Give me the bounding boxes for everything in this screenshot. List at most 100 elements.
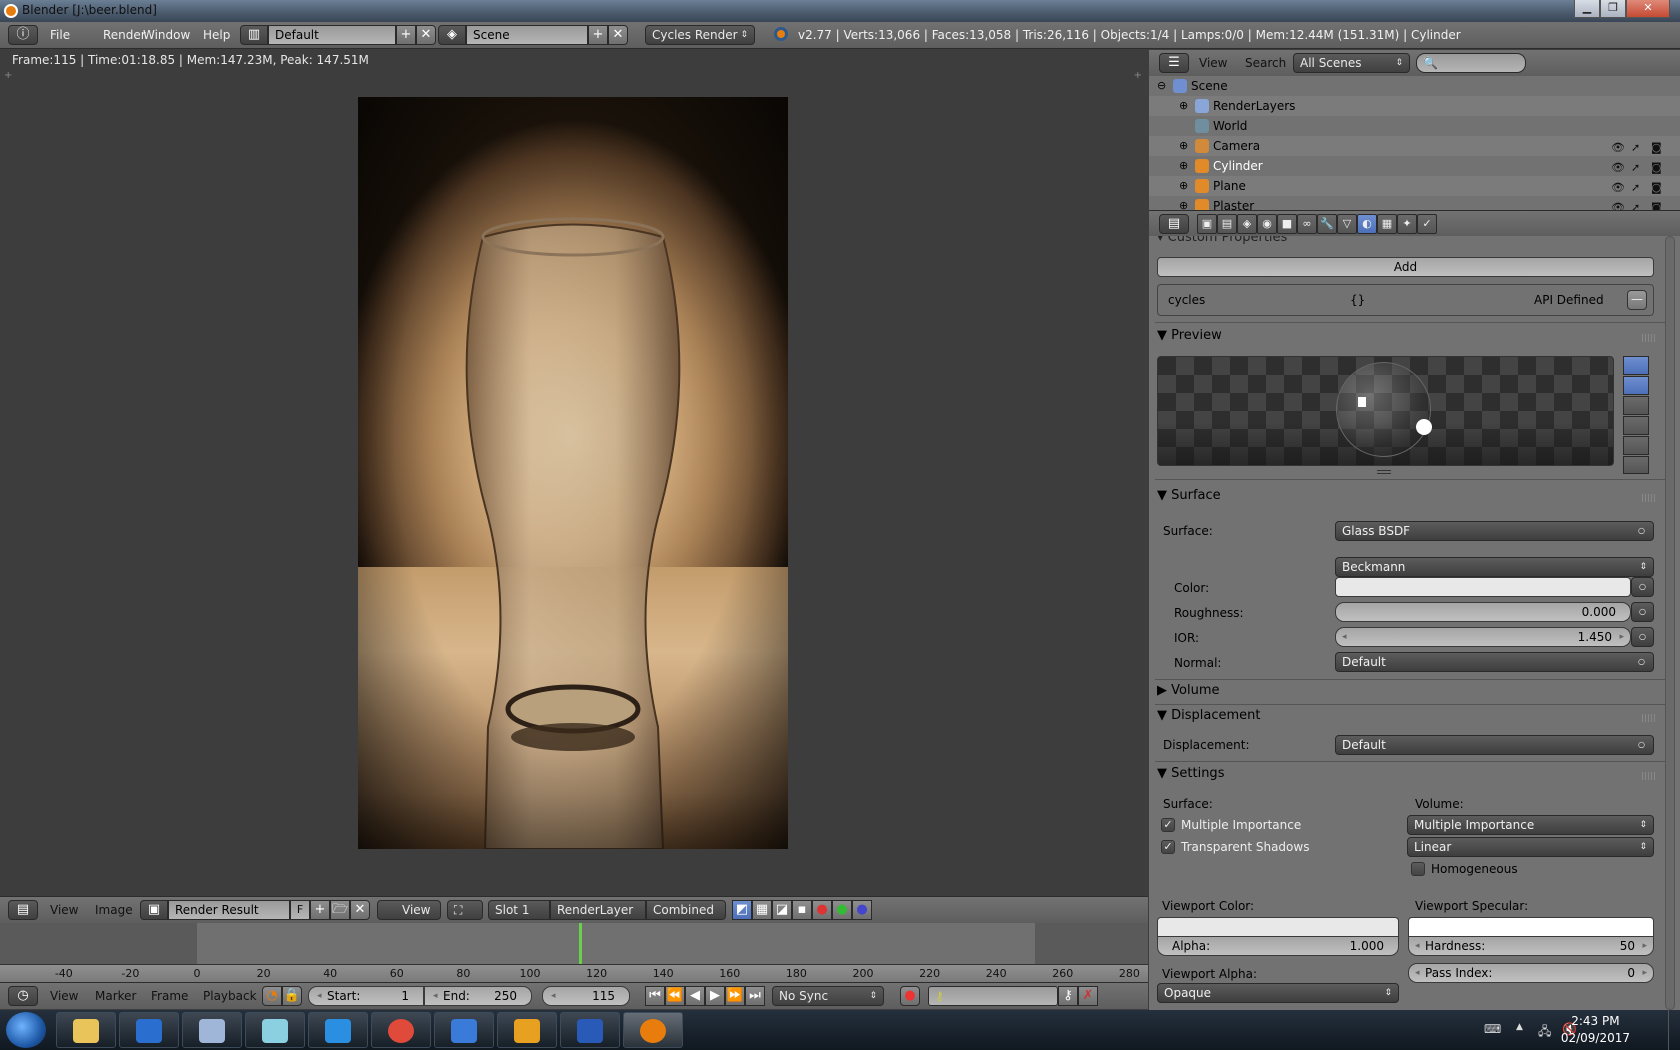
scene-browse-icon[interactable]: ◈ (438, 25, 466, 45)
tab-render-layers-icon[interactable]: ▤ (1217, 214, 1237, 234)
channel-blue-icon[interactable]: ● (852, 900, 872, 920)
draw-rgb-alpha-icon[interactable]: ◩ (732, 900, 752, 920)
editor-type-outliner-button[interactable]: ☰ (1159, 53, 1189, 73)
preview-hair-icon[interactable] (1623, 436, 1649, 455)
menu-render[interactable]: Render (103, 25, 146, 45)
menu-frame[interactable]: Frame (151, 986, 188, 1006)
timeline-ruler[interactable]: -40 -20 0 20 40 60 80 100 120 140 160 180 200 220 240 2… (0, 964, 1148, 982)
outliner-item-camera[interactable]: ⊕ Camera 👁 ➚ ◙ (1149, 136, 1680, 156)
tab-physics-icon[interactable]: ✓ (1417, 214, 1437, 234)
selectability-cursor-icon[interactable]: ➚ (1631, 138, 1640, 158)
roughness-slider[interactable]: 0.000 (1335, 602, 1631, 622)
system-clock[interactable]: 2:43 PM 02/09/2017 (1561, 1013, 1630, 1047)
expand-icon[interactable]: ⊕ (1179, 176, 1188, 196)
taskbar-calculator-button[interactable] (182, 1012, 242, 1048)
jump-end-icon[interactable]: ⏭ (745, 986, 765, 1006)
jump-keyframe-forward-icon[interactable]: ⏩ (725, 986, 745, 1006)
panel-grip-icon[interactable] (1642, 494, 1656, 502)
tab-particles-icon[interactable]: ✦ (1397, 214, 1417, 234)
taskbar-blender-button[interactable] (623, 1012, 683, 1048)
taskbar-media-player-button[interactable] (119, 1012, 179, 1048)
add-layout-button[interactable]: + (396, 25, 416, 45)
image-editor-area[interactable]: Frame:115 | Time:01:18.85 | Mem:147.23M,… (0, 50, 1148, 896)
keying-set-field[interactable]: ⚷ (928, 986, 1058, 1006)
view-mode-dropdown[interactable]: View (377, 900, 441, 920)
pass-index-field[interactable]: ◂ Pass Index: 0 ▸ (1408, 963, 1654, 983)
renderability-camera-icon[interactable]: ◙ (1651, 198, 1662, 210)
outliner-item-scene[interactable]: ⊖ Scene (1149, 76, 1680, 96)
preview-range-icon[interactable]: ◔ (262, 986, 282, 1006)
taskbar-chrome-button[interactable] (371, 1012, 431, 1048)
menu-playback[interactable]: Playback (203, 986, 257, 1006)
menu-marker[interactable]: Marker (95, 986, 136, 1006)
panel-custom-properties-title[interactable]: ▾ Custom Properties (1157, 236, 1287, 245)
distribution-dropdown[interactable]: Beckmann ⇕ (1335, 557, 1654, 577)
preview-resize-handle[interactable] (1377, 470, 1391, 474)
expand-icon[interactable]: ⊕ (1179, 136, 1188, 156)
viewport-alpha-slider[interactable]: Alpha: 1.000 (1157, 936, 1399, 956)
renderability-camera-icon[interactable]: ◙ (1651, 178, 1662, 198)
render-layer-dropdown[interactable]: RenderLayer (550, 900, 646, 920)
show-desktop-button[interactable] (1668, 1010, 1680, 1050)
property-value[interactable]: {} (1350, 293, 1365, 307)
restore-button[interactable]: ❐ (1600, 0, 1626, 18)
draw-alpha-icon[interactable]: ◪ (772, 900, 792, 920)
tab-constraints-icon[interactable]: ∞ (1297, 214, 1317, 234)
sync-mode-dropdown[interactable]: No Sync ⇕ (772, 986, 884, 1006)
tab-world-icon[interactable]: ◉ (1257, 214, 1277, 234)
renderability-camera-icon[interactable]: ◙ (1651, 138, 1662, 158)
open-image-button[interactable]: 🗁 (330, 900, 350, 920)
delete-layout-button[interactable]: ✕ (416, 25, 436, 45)
current-frame-field[interactable]: ◂ 115 (542, 986, 630, 1006)
renderability-camera-icon[interactable]: ◙ (1651, 158, 1662, 178)
viewport-specular-swatch[interactable] (1408, 917, 1654, 937)
menu-window[interactable]: Window (143, 25, 190, 45)
taskbar-internet-explorer-button[interactable] (308, 1012, 368, 1048)
editor-type-image-button[interactable]: ▤ (8, 900, 38, 920)
channel-green-icon[interactable]: ● (832, 900, 852, 920)
outliner-item-cylinder[interactable]: ⊕ Cylinder 👁 ➚ ◙ (1149, 156, 1680, 176)
editor-type-properties-button[interactable]: ▤ (1159, 214, 1189, 234)
add-property-button[interactable]: Add (1157, 257, 1654, 277)
image-name-field[interactable]: Render Result (168, 900, 290, 920)
color-swatch[interactable] (1335, 577, 1631, 597)
layout-browse-icon[interactable]: ▥ (240, 25, 268, 45)
show-hidden-icons-button[interactable]: ▲ (1516, 1022, 1523, 1032)
jump-keyframe-back-icon[interactable]: ⏪ (665, 986, 685, 1006)
outliner-item-plaster[interactable]: ⊕ Plaster 👁 ➚ ◙ (1149, 196, 1680, 210)
pivot-dropdown[interactable]: ⛶ (447, 900, 483, 920)
tab-modifiers-icon[interactable]: 🔧 (1317, 214, 1337, 234)
layout-name-field[interactable]: Default (268, 25, 396, 45)
visibility-eye-icon[interactable]: 👁 (1611, 178, 1625, 198)
editor-type-timeline-button[interactable]: ◷ (8, 986, 38, 1006)
start-frame-field[interactable]: ◂ Start: 1 (308, 986, 424, 1006)
tab-data-icon[interactable]: ▽ (1337, 214, 1357, 234)
taskbar-word-button[interactable] (560, 1012, 620, 1048)
network-icon[interactable]: 🖧 (1538, 1022, 1551, 1043)
hardness-field[interactable]: ◂ Hardness: 50 ▸ (1408, 936, 1654, 956)
slot-dropdown[interactable]: Slot 1 (488, 900, 550, 920)
panel-surface-title[interactable]: ▼ Surface (1157, 488, 1221, 503)
normal-dropdown[interactable]: Default ○ (1335, 652, 1654, 672)
channel-red-icon[interactable]: ● (812, 900, 832, 920)
image-browse-icon[interactable]: ▣ (140, 900, 168, 920)
unlink-image-button[interactable]: ✕ (350, 900, 370, 920)
outliner-item-renderlayers[interactable]: ⊕ RenderLayers (1149, 96, 1680, 116)
outliner-item-world[interactable]: World (1149, 116, 1680, 136)
delete-keyframe-icon[interactable]: ✗ (1078, 986, 1098, 1006)
draw-rgb-icon[interactable]: ▦ (752, 900, 772, 920)
volume-sampling-dropdown[interactable]: Multiple Importance ⇕ (1407, 815, 1654, 835)
add-scene-button[interactable]: + (588, 25, 608, 45)
draw-zbuffer-icon[interactable]: ▪ (792, 900, 812, 920)
panel-displacement-title[interactable]: ▼ Displacement (1157, 708, 1261, 723)
render-engine-dropdown[interactable]: Cycles Render ⇕ (645, 25, 755, 45)
keyboard-icon[interactable]: ⌨ (1484, 1022, 1501, 1036)
preview-monkey-icon[interactable] (1623, 416, 1649, 435)
preview-flat-icon[interactable] (1623, 356, 1649, 375)
surface-shader-dropdown[interactable]: Glass BSDF ○ (1335, 521, 1654, 541)
outliner-search-input[interactable]: 🔍 (1416, 53, 1526, 73)
panel-grip-icon[interactable] (1642, 772, 1656, 780)
selectability-cursor-icon[interactable]: ➚ (1631, 178, 1640, 198)
auto-keying-record-icon[interactable]: ● (900, 986, 920, 1006)
visibility-eye-icon[interactable]: 👁 (1611, 138, 1625, 158)
